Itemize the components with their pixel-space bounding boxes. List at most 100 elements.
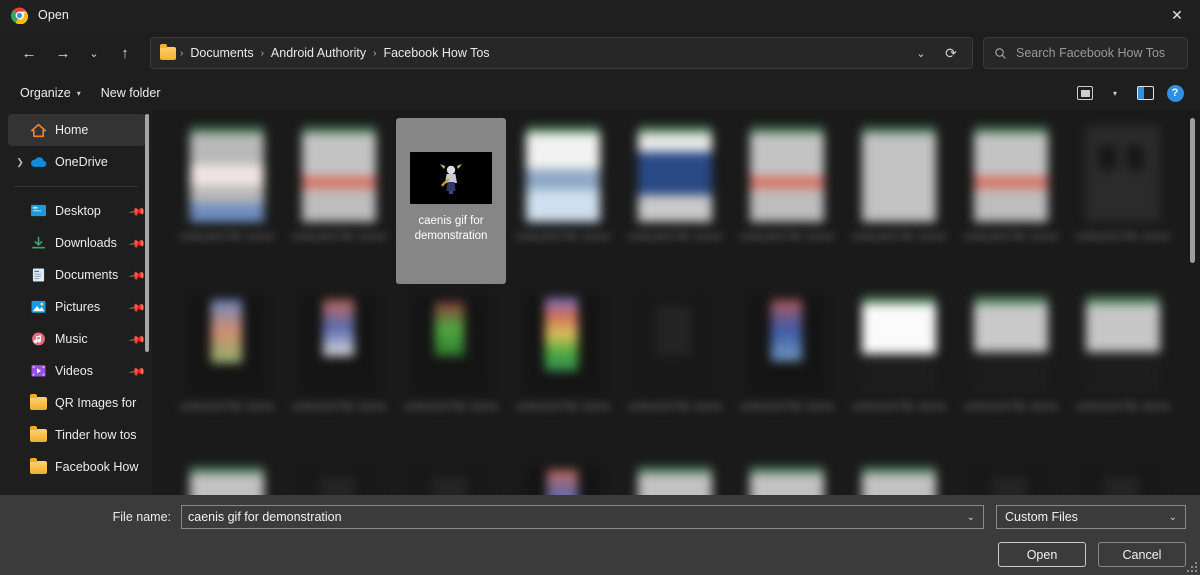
sidebar-item-qr-images-for-i[interactable]: QR Images for I — [8, 387, 146, 419]
file-item[interactable]: redacted file name — [1068, 288, 1178, 454]
forward-button[interactable]: → — [46, 37, 80, 69]
cancel-button[interactable]: Cancel — [1098, 542, 1186, 567]
folder-icon — [28, 457, 48, 474]
content-scrollbar[interactable] — [1190, 118, 1195, 263]
sidebar-item-home[interactable]: Home — [8, 114, 146, 146]
sidebar-item-onedrive[interactable]: ❯ OneDrive — [8, 146, 146, 178]
file-item[interactable]: redacted file name — [508, 118, 618, 284]
close-icon[interactable]: ✕ — [1154, 0, 1200, 30]
sidebar-item-videos[interactable]: Videos 📌 — [8, 355, 146, 387]
help-button[interactable]: ? — [1160, 79, 1190, 107]
sidebar-list: Home ❯ OneDrive Desktop 📌 Downloads 📌 Documents… — [0, 114, 152, 483]
organize-label: Organize — [20, 86, 71, 100]
file-name-label: redacted file name — [851, 231, 947, 243]
file-item[interactable]: redacted file name — [956, 458, 1066, 495]
home-icon — [28, 123, 48, 138]
file-item[interactable]: redacted file name — [284, 118, 394, 284]
file-item[interactable]: redacted file name — [1068, 458, 1178, 495]
file-grid: redacted file name redacted file name caen… — [172, 118, 1182, 495]
file-list-view[interactable]: redacted file name redacted file name caen… — [152, 110, 1200, 495]
sidebar-scrollbar[interactable] — [145, 114, 149, 352]
file-item[interactable]: redacted file name — [732, 288, 842, 454]
file-item[interactable]: redacted file name — [508, 458, 618, 495]
sidebar-item-documents[interactable]: Documents 📌 — [8, 259, 146, 291]
file-item[interactable]: redacted file name — [620, 458, 730, 495]
file-item[interactable]: redacted file name — [284, 458, 394, 495]
file-item[interactable]: redacted file name — [844, 288, 954, 454]
file-item[interactable]: redacted file name — [284, 288, 394, 454]
up-button[interactable]: ↑ — [108, 37, 142, 69]
onedrive-cloud-icon — [28, 156, 48, 168]
command-bar: Organize ▾ New folder ▾ ? — [0, 76, 1200, 110]
pin-icon[interactable]: 📌 — [128, 363, 146, 381]
file-thumbnail — [750, 126, 824, 222]
file-item[interactable]: redacted file name — [508, 288, 618, 454]
pin-icon[interactable]: 📌 — [128, 299, 146, 317]
sidebar-item-downloads[interactable]: Downloads 📌 — [8, 227, 146, 259]
file-item[interactable]: redacted file name — [620, 118, 730, 284]
view-options-caret[interactable]: ▾ — [1100, 79, 1130, 107]
chevron-right-icon[interactable]: ❯ — [12, 157, 28, 168]
pin-icon[interactable]: 📌 — [128, 331, 146, 349]
sidebar-item-tinder-how-tos[interactable]: Tinder how tos — [8, 419, 146, 451]
file-item[interactable]: redacted file name — [172, 118, 282, 284]
title-bar: Open ✕ — [0, 0, 1200, 30]
recent-locations-button[interactable]: ⌄ — [80, 37, 108, 69]
file-thumbnail — [862, 296, 936, 392]
view-options-button[interactable] — [1070, 79, 1100, 107]
file-item[interactable]: redacted file name — [956, 118, 1066, 284]
file-item[interactable]: redacted file name — [844, 458, 954, 495]
filetype-select[interactable]: Custom Files ⌄ — [996, 505, 1186, 529]
file-item[interactable]: redacted file name — [396, 458, 506, 495]
chevron-down-icon: ▾ — [76, 88, 81, 98]
sidebar-item-pictures[interactable]: Pictures 📌 — [8, 291, 146, 323]
back-button[interactable]: ← — [12, 37, 46, 69]
file-thumbnail — [750, 466, 824, 495]
pin-icon[interactable]: 📌 — [128, 203, 146, 221]
pin-icon[interactable]: 📌 — [128, 267, 146, 285]
breadcrumb-item-android-authority[interactable]: Android Authority — [268, 46, 369, 60]
navigation-bar: ← → ⌄ ↑ › Documents › Android Authority … — [0, 30, 1200, 76]
refresh-icon[interactable]: ⟳ — [936, 39, 966, 67]
file-item[interactable]: redacted file name — [1068, 118, 1178, 284]
chevron-down-icon[interactable]: ⌄ — [906, 39, 936, 67]
preview-pane-button[interactable] — [1130, 79, 1160, 107]
chevron-down-icon[interactable]: ⌄ — [967, 512, 975, 523]
pin-icon[interactable]: 📌 — [128, 235, 146, 253]
file-name-label: redacted file name — [515, 401, 611, 413]
downloads-icon — [28, 236, 48, 250]
sidebar-item-desktop[interactable]: Desktop 📌 — [8, 195, 146, 227]
file-thumbnail — [190, 126, 264, 222]
file-thumbnail — [414, 466, 488, 495]
file-thumbnail — [302, 466, 376, 495]
sidebar-item-facebook-how-t[interactable]: Facebook How T — [8, 451, 146, 483]
file-item[interactable]: redacted file name — [732, 118, 842, 284]
sidebar-item-label: Downloads — [55, 236, 117, 250]
chevron-down-icon: ⌄ — [1168, 511, 1177, 523]
breadcrumb-item-facebook-how-tos[interactable]: Facebook How Tos — [380, 46, 492, 60]
open-button[interactable]: Open — [998, 542, 1086, 567]
file-item[interactable]: redacted file name — [956, 288, 1066, 454]
sidebar-item-label: QR Images for I — [55, 396, 140, 410]
search-input[interactable]: Search Facebook How Tos — [983, 37, 1188, 69]
breadcrumb[interactable]: › Documents › Android Authority › Facebo… — [150, 37, 973, 69]
breadcrumb-separator-0: › — [180, 47, 184, 59]
file-item[interactable]: redacted file name — [844, 118, 954, 284]
sidebar-item-music[interactable]: Music 📌 — [8, 323, 146, 355]
file-item[interactable]: redacted file name — [172, 288, 282, 454]
filename-input[interactable]: caenis gif for demonstration ⌄ — [181, 505, 984, 529]
file-item[interactable]: redacted file name — [396, 288, 506, 454]
open-file-dialog: Open ✕ ← → ⌄ ↑ › Documents › Android Aut… — [0, 0, 1200, 575]
sidebar-item-label: Desktop — [55, 204, 101, 218]
organize-button[interactable]: Organize ▾ — [10, 79, 91, 107]
file-thumbnail — [526, 126, 600, 222]
breadcrumb-item-documents[interactable]: Documents — [187, 46, 256, 60]
new-folder-button[interactable]: New folder — [91, 79, 171, 107]
file-item-selected[interactable]: caenis gif for demonstration — [396, 118, 506, 284]
file-item[interactable]: redacted file name — [172, 458, 282, 495]
resize-grip[interactable] — [1186, 561, 1197, 572]
sidebar-item-label: Videos — [55, 364, 93, 378]
file-thumbnail — [410, 152, 492, 204]
file-item[interactable]: redacted file name — [620, 288, 730, 454]
file-item[interactable]: redacted file name — [732, 458, 842, 495]
